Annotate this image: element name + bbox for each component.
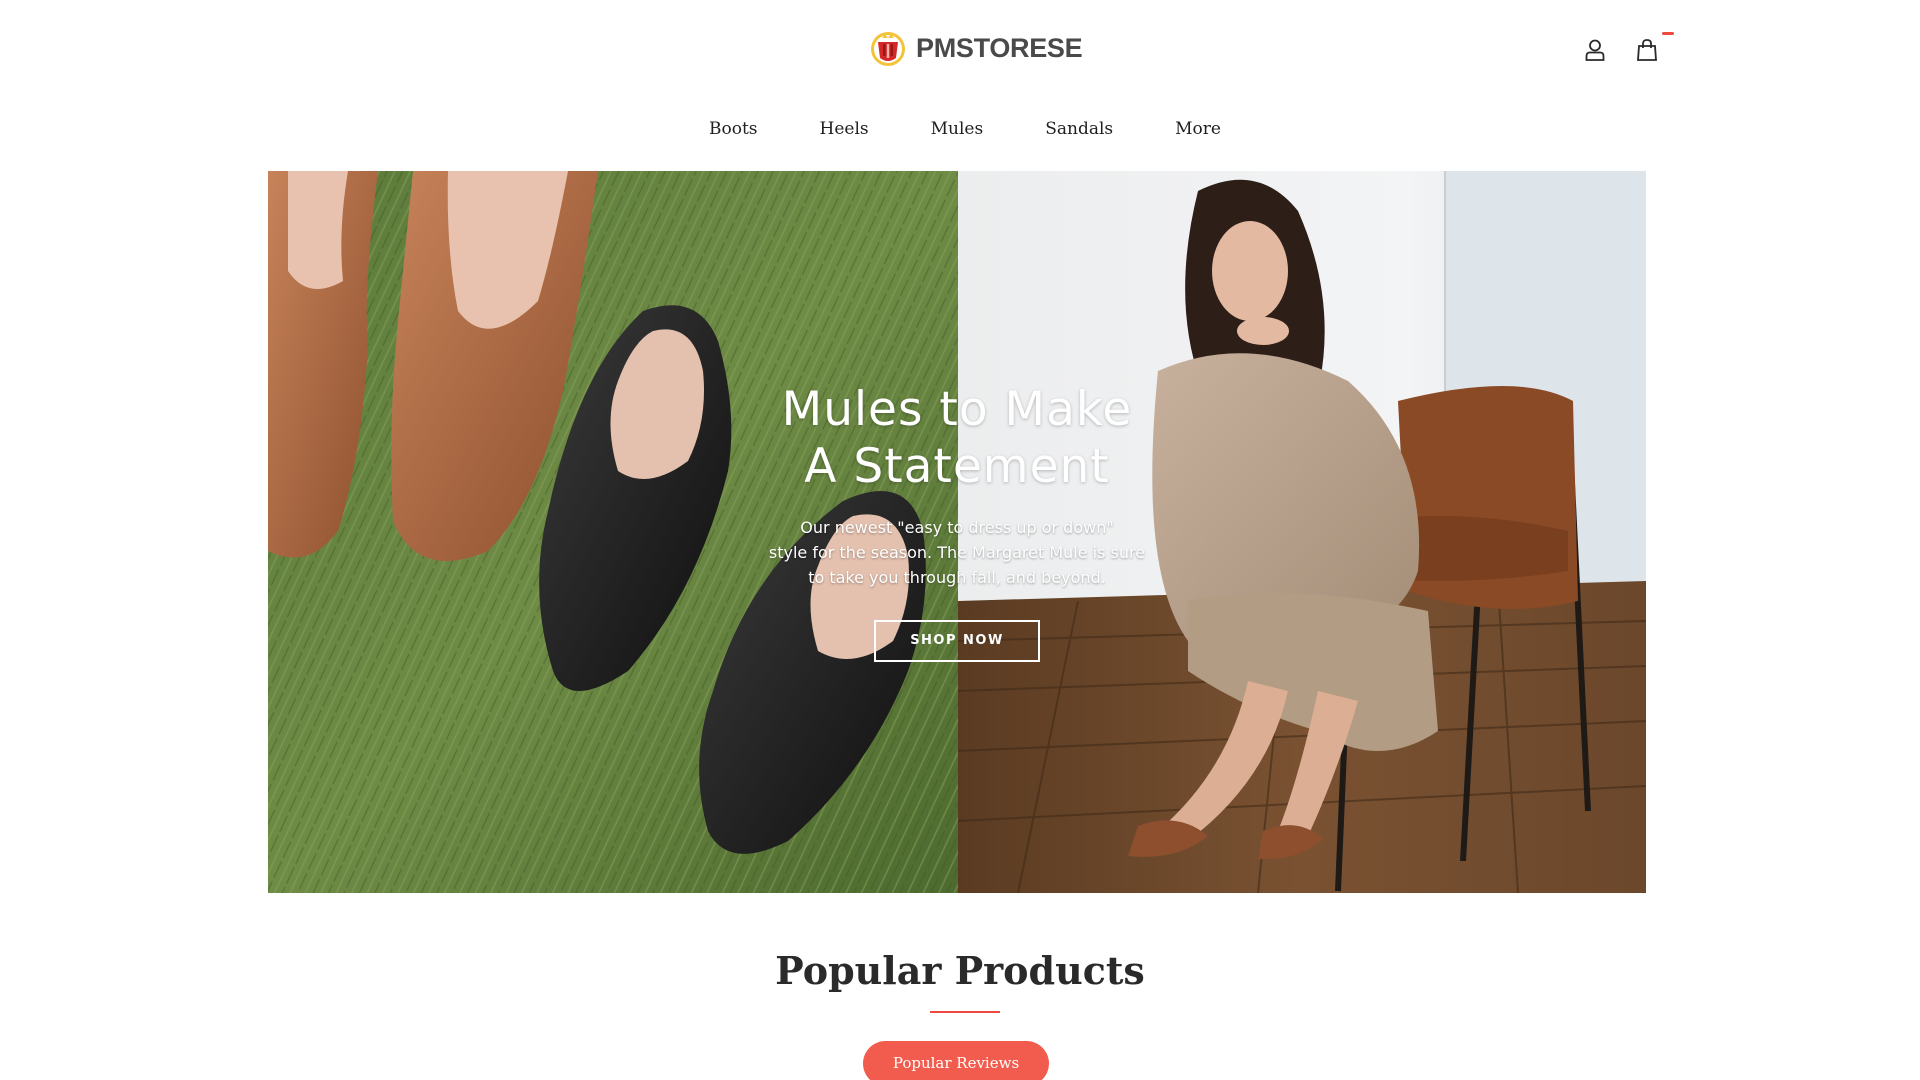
hero-banner[interactable]: Mules to Make A Statement Our newest "ea… xyxy=(268,171,1646,893)
hero-title-line-1: Mules to Make xyxy=(781,382,1133,437)
popular-products-heading: Popular Products xyxy=(775,948,1145,993)
hero-subtitle: Our newest "easy to dress up or down" st… xyxy=(757,515,1157,590)
hero-title-line-2: A Statement xyxy=(804,439,1110,494)
nav-item-mules[interactable]: Mules xyxy=(931,112,984,146)
hero-title: Mules to Make A Statement xyxy=(757,381,1157,495)
nav-item-more[interactable]: More xyxy=(1175,112,1221,146)
header-actions xyxy=(1582,32,1674,64)
shopping-bag-icon xyxy=(1637,39,1657,61)
shop-now-button[interactable]: SHOP NOW xyxy=(874,620,1040,662)
nav-item-boots[interactable]: Boots xyxy=(709,112,758,146)
nav-item-sandals[interactable]: Sandals xyxy=(1045,112,1113,146)
hero-subtitle-line-2: style for the season. The Margaret Mule … xyxy=(768,543,1146,562)
hero-text-block: Mules to Make A Statement Our newest "ea… xyxy=(757,381,1157,662)
heading-underline-divider xyxy=(930,1011,1000,1013)
crown-shield-logo-icon xyxy=(871,32,905,66)
account-button[interactable] xyxy=(1582,36,1608,64)
nav-item-heels[interactable]: Heels xyxy=(820,112,869,146)
cart-count-badge xyxy=(1662,32,1674,35)
cart-button[interactable] xyxy=(1634,32,1674,64)
site-header: PMSTORESE xyxy=(0,0,1920,98)
store-logo[interactable]: PMSTORESE xyxy=(868,26,1083,70)
popular-reviews-tab[interactable]: Popular Reviews xyxy=(863,1041,1049,1080)
hero-subtitle-line-3: to take you through fall, and beyond. xyxy=(808,568,1106,587)
hero-subtitle-line-1: Our newest "easy to dress up or down" xyxy=(800,518,1114,537)
logo-text: PMSTORESE xyxy=(916,32,1083,63)
account-icon xyxy=(1585,39,1605,61)
main-navigation: Boots Heels Mules Sandals More xyxy=(0,112,1920,146)
